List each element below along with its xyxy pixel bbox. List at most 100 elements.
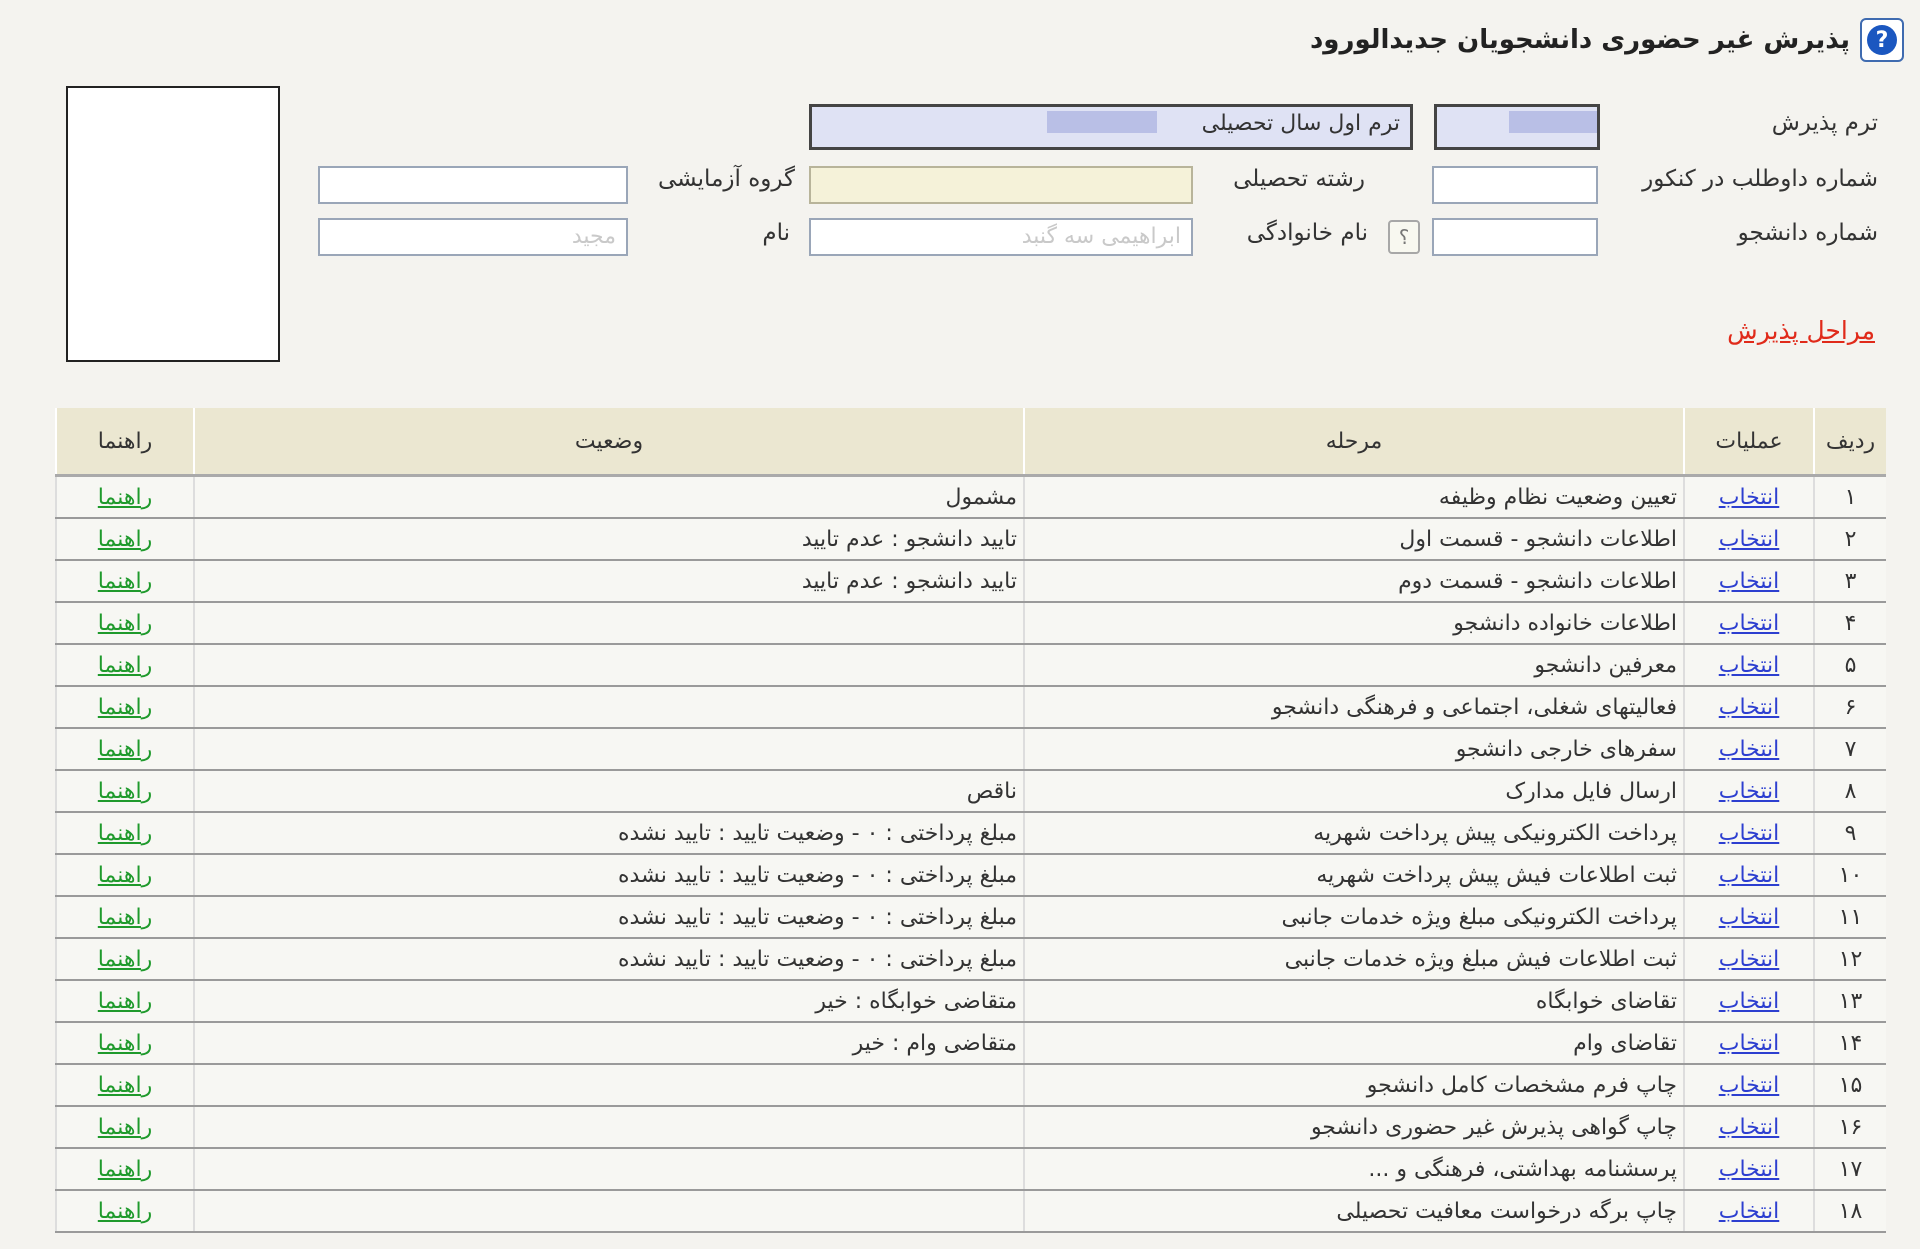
guide-cell: راهنما (55, 1106, 194, 1149)
term-code-select[interactable] (1434, 104, 1600, 150)
status-cell (193, 728, 1024, 771)
entrance-number-field[interactable] (1432, 166, 1598, 204)
guide-link[interactable]: راهنما (98, 779, 152, 804)
term-select[interactable]: ترم اول سال تحصیلی (809, 104, 1413, 150)
guide-link[interactable]: راهنما (98, 1073, 152, 1098)
major-label: رشته تحصیلی (1233, 166, 1365, 192)
stage-cell: اطلاعات خانواده دانشجو (1023, 602, 1684, 645)
select-link[interactable]: انتخاب (1719, 485, 1780, 510)
guide-link[interactable]: راهنما (98, 947, 152, 972)
guide-link[interactable]: راهنما (98, 737, 152, 762)
select-link[interactable]: انتخاب (1719, 821, 1780, 846)
guide-cell: راهنما (55, 602, 194, 645)
table-row: ۶ انتخاب فعالیتهای شغلی، اجتماعی و فرهنگی … (55, 686, 1886, 729)
student-number-label: شماره دانشجو (1737, 220, 1878, 246)
status-cell (193, 644, 1024, 687)
family-name-field[interactable]: ابراهیمی سه گنبد (809, 218, 1193, 256)
help-button[interactable]: ? (1860, 18, 1904, 62)
exam-group-field[interactable] (318, 166, 628, 204)
guide-link[interactable]: راهنما (98, 989, 152, 1014)
header-stage: مرحله (1023, 408, 1684, 477)
select-link[interactable]: انتخاب (1719, 653, 1780, 678)
select-cell: انتخاب (1683, 938, 1814, 981)
table-row: ۱۵ انتخاب چاپ فرم مشخصات کامل دانشجو راهنما (55, 1064, 1886, 1107)
table-row: ۸ انتخاب ارسال فایل مدارک ناقص راهنما (55, 770, 1886, 813)
guide-cell: راهنما (55, 475, 194, 519)
select-link[interactable]: انتخاب (1719, 1157, 1780, 1182)
stage-cell: ثبت اطلاعات فیش مبلغ ویژه خدمات جانبی (1023, 938, 1684, 981)
guide-link[interactable]: راهنما (98, 863, 152, 888)
lookup-button[interactable]: ؟ (1388, 220, 1420, 254)
status-cell: مبلغ پرداختی : ۰ - وضعیت تایید : تایید ن… (193, 854, 1024, 897)
select-link[interactable]: انتخاب (1719, 779, 1780, 804)
row-number: ۲ (1813, 518, 1886, 561)
row-number: ۱۰ (1813, 854, 1886, 897)
row-number: ۱۲ (1813, 938, 1886, 981)
stage-cell: ارسال فایل مدارک (1023, 770, 1684, 813)
first-name-label: نام (762, 220, 790, 246)
stage-cell: پرداخت الکترونیکی مبلغ ویژه خدمات جانبی (1023, 896, 1684, 939)
select-link[interactable]: انتخاب (1719, 1115, 1780, 1140)
guide-link[interactable]: راهنما (98, 653, 152, 678)
guide-link[interactable]: راهنما (98, 1115, 152, 1140)
guide-link[interactable]: راهنما (98, 821, 152, 846)
table-row: ۹ انتخاب پرداخت الکترونیکی پیش پرداخت شهری… (55, 812, 1886, 855)
guide-cell: راهنما (55, 896, 194, 939)
status-cell: مبلغ پرداختی : ۰ - وضعیت تایید : تایید ن… (193, 938, 1024, 981)
header-row-number: ردیف (1813, 408, 1886, 477)
student-number-field[interactable] (1432, 218, 1598, 256)
select-link[interactable]: انتخاب (1719, 947, 1780, 972)
guide-link[interactable]: راهنما (98, 1031, 152, 1056)
row-number: ۱۳ (1813, 980, 1886, 1023)
select-link[interactable]: انتخاب (1719, 737, 1780, 762)
select-link[interactable]: انتخاب (1719, 989, 1780, 1014)
major-field[interactable] (809, 166, 1193, 204)
select-link[interactable]: انتخاب (1719, 905, 1780, 930)
row-number: ۷ (1813, 728, 1886, 771)
select-cell: انتخاب (1683, 896, 1814, 939)
status-cell (193, 602, 1024, 645)
select-link[interactable]: انتخاب (1719, 1031, 1780, 1056)
term-label: ترم پذیرش (1771, 110, 1878, 136)
select-link[interactable]: انتخاب (1719, 695, 1780, 720)
select-link[interactable]: انتخاب (1719, 1199, 1780, 1224)
family-name-label: نام خانوادگی (1246, 220, 1368, 246)
admission-steps-table: ردیف عملیات مرحله وضعیت راهنما ۱ انتخاب تع… (55, 408, 1886, 1233)
stage-cell: پرداخت الکترونیکی پیش پرداخت شهریه (1023, 812, 1684, 855)
guide-link[interactable]: راهنما (98, 695, 152, 720)
row-number: ۵ (1813, 644, 1886, 687)
select-cell: انتخاب (1683, 1190, 1814, 1233)
guide-link[interactable]: راهنما (98, 569, 152, 594)
stage-cell: سفرهای خارجی دانشجو (1023, 728, 1684, 771)
guide-cell: راهنما (55, 854, 194, 897)
guide-link[interactable]: راهنما (98, 1157, 152, 1182)
admission-steps-link[interactable]: مراحل پذیرش (1727, 316, 1875, 345)
exam-group-label: گروه آزمایشی (657, 166, 795, 192)
guide-link[interactable]: راهنما (98, 905, 152, 930)
guide-cell: راهنما (55, 728, 194, 771)
guide-cell: راهنما (55, 812, 194, 855)
student-photo (66, 86, 280, 362)
guide-cell: راهنما (55, 938, 194, 981)
status-cell: متقاضی وام : خیر (193, 1022, 1024, 1065)
table-row: ۲ انتخاب اطلاعات دانشجو - قسمت اول تایید دا… (55, 518, 1886, 561)
guide-link[interactable]: راهنما (98, 485, 152, 510)
status-cell: متقاضی خوابگاه : خیر (193, 980, 1024, 1023)
select-cell: انتخاب (1683, 1148, 1814, 1191)
table-row: ۷ انتخاب سفرهای خارجی دانشجو راهنما (55, 728, 1886, 771)
select-link[interactable]: انتخاب (1719, 611, 1780, 636)
select-link[interactable]: انتخاب (1719, 569, 1780, 594)
select-link[interactable]: انتخاب (1719, 1073, 1780, 1098)
select-cell: انتخاب (1683, 812, 1814, 855)
select-link[interactable]: انتخاب (1719, 527, 1780, 552)
guide-link[interactable]: راهنما (98, 1199, 152, 1224)
table-row: ۳ انتخاب اطلاعات دانشجو - قسمت دوم تایید دا… (55, 560, 1886, 603)
row-number: ۸ (1813, 770, 1886, 813)
guide-link[interactable]: راهنما (98, 611, 152, 636)
first-name-field[interactable]: مجید (318, 218, 628, 256)
select-link[interactable]: انتخاب (1719, 863, 1780, 888)
guide-link[interactable]: راهنما (98, 527, 152, 552)
guide-cell: راهنما (55, 560, 194, 603)
row-number: ۱۷ (1813, 1148, 1886, 1191)
stage-cell: ثبت اطلاعات فیش پیش پرداخت شهریه (1023, 854, 1684, 897)
